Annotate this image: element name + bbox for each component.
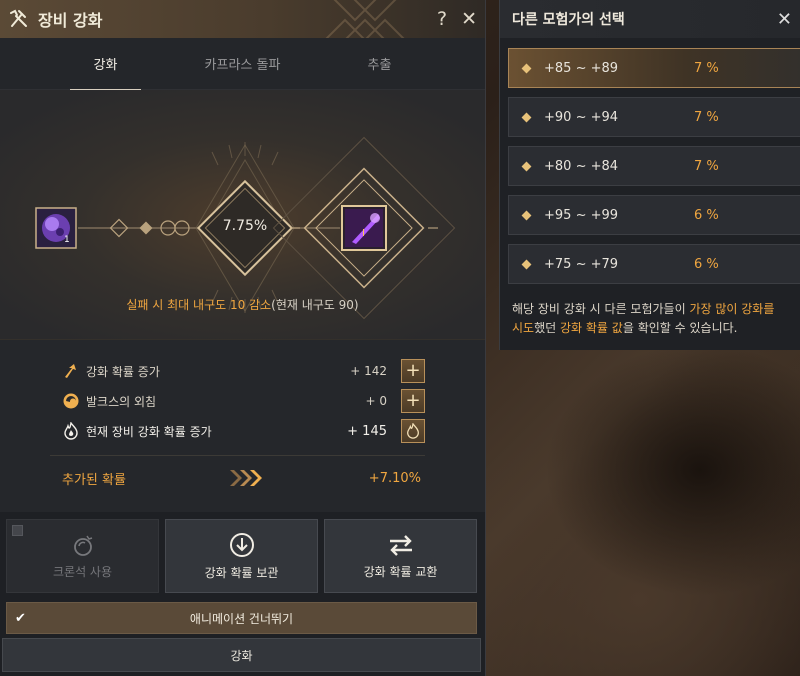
window-title: 장비 강화	[38, 11, 103, 30]
choice-option[interactable]: +95 ~ +99 6 %	[508, 195, 800, 235]
gear-chance-button[interactable]	[401, 419, 425, 443]
diamond-bullet-icon	[521, 63, 532, 73]
choice-probability: 7 %	[694, 158, 719, 174]
add-chance-button[interactable]: +	[401, 359, 425, 383]
title-decoration	[325, 0, 405, 38]
stat-row-chance-increase: 강화 확률 증가 + 142 +	[62, 358, 425, 384]
enhance-window: 장비 강화 ? ✕ 강화 카프라스 돌파 추출 I 7.75% 1 실패 시 최…	[0, 0, 486, 676]
added-chance-row: 추가된 확률 +7.10%	[50, 464, 425, 492]
tab-caphras[interactable]: 카프라스 돌파	[187, 40, 299, 87]
skip-animation-label: 애니메이션 건너뛰기	[189, 611, 294, 626]
choice-probability: 7 %	[694, 60, 719, 76]
stat-row-current-gear: 현재 장비 강화 확률 증가 + 145	[62, 418, 425, 444]
choice-range: +95 ~ +99	[544, 207, 619, 223]
note-text: 을 확인할 수 있습니다.	[622, 321, 738, 335]
enhance-stage: I 7.75% 1 실패 시 최대 내구도 10 감소(현재 내구도 90)	[0, 90, 485, 340]
stats-panel: 강화 확률 증가 + 142 + 발크스의 외침 + 0 + 현재 장비 강화 …	[0, 340, 485, 512]
stat-row-valks: 발크스의 외침 + 0 +	[62, 388, 425, 414]
side-panel-title: 다른 모험가의 선택	[512, 12, 625, 28]
stat-value: + 0	[365, 394, 387, 408]
store-label: 강화 확률 보관	[204, 565, 279, 580]
help-button[interactable]: ?	[437, 9, 447, 29]
tab-bar: 강화 카프라스 돌파 추출	[0, 38, 485, 91]
choice-probability: 7 %	[694, 109, 719, 125]
valks-icon	[63, 393, 79, 409]
cron-checkbox[interactable]	[12, 525, 23, 536]
svg-text:I: I	[362, 228, 365, 239]
arrow-up-icon	[65, 364, 76, 378]
choice-range: +90 ~ +94	[544, 109, 619, 125]
skip-animation-toggle[interactable]: ✔ 애니메이션 건너뛰기	[6, 602, 477, 634]
side-panel-close-button[interactable]: ✕	[777, 9, 792, 30]
stat-value: + 145	[347, 423, 387, 439]
choice-option[interactable]: +85 ~ +89 7 %	[508, 48, 800, 88]
close-button[interactable]: ✕	[461, 9, 477, 29]
divider	[50, 455, 425, 456]
note-text: 해당 장비 강화 시 다른 모험가들이	[512, 302, 690, 316]
failure-penalty-text: 실패 시 최대 내구도 10 감소	[126, 298, 272, 312]
side-panel-note: 해당 장비 강화 시 다른 모험가들이 가장 많이 강화를시도했던 강화 확률 …	[512, 300, 800, 338]
choice-option[interactable]: +90 ~ +94 7 %	[508, 97, 800, 137]
cron-stone-button[interactable]: 크론석 사용	[6, 519, 159, 593]
stat-label: 현재 장비 강화 확률 증가	[86, 424, 212, 439]
stat-value: + 142	[350, 364, 387, 378]
added-chance-label: 추가된 확률	[62, 472, 126, 488]
diamond-bullet-icon	[521, 161, 532, 171]
enhance-button[interactable]: 강화	[2, 638, 481, 672]
tab-enhance[interactable]: 강화	[69, 40, 142, 91]
choice-probability: 6 %	[694, 256, 719, 272]
other-adventurers-panel: 다른 모험가의 선택 ✕ +85 ~ +89 7 % +90 ~ +94 7 %…	[499, 0, 800, 350]
note-highlight: 가장 많이 강화를	[689, 302, 775, 316]
note-text: 했던	[534, 321, 560, 335]
download-circle-icon	[229, 532, 254, 557]
hammer-tongs-icon	[10, 9, 27, 27]
added-chance-value: +7.10%	[368, 470, 421, 486]
chevron-right-icon	[230, 470, 262, 486]
choice-option[interactable]: +80 ~ +84 7 %	[508, 146, 800, 186]
diamond-bullet-icon	[521, 112, 532, 122]
current-durability-text: (현재 내구도 90)	[271, 298, 359, 312]
failure-warning: 실패 시 최대 내구도 10 감소(현재 내구도 90)	[0, 296, 485, 313]
choice-option[interactable]: +75 ~ +79 6 %	[508, 244, 800, 284]
add-valks-button[interactable]: +	[401, 389, 425, 413]
exchange-chance-button[interactable]: 강화 확률 교환	[324, 519, 477, 593]
stat-label: 강화 확률 증가	[86, 364, 160, 379]
store-chance-button[interactable]: 강화 확률 보관	[165, 519, 318, 593]
note-highlight: 시도	[512, 321, 535, 335]
diamond-bullet-icon	[521, 210, 532, 220]
flame-icon	[64, 422, 78, 440]
choice-range: +80 ~ +84	[544, 158, 619, 174]
swap-arrows-icon	[389, 534, 412, 556]
skip-animation-check-icon: ✔	[15, 611, 26, 626]
side-panel-title-bar: 다른 모험가의 선택 ✕	[500, 0, 800, 38]
cron-label: 크론석 사용	[52, 564, 112, 579]
note-highlight: 강화 확률 값	[560, 321, 623, 335]
tab-extract[interactable]: 추출	[350, 40, 410, 87]
diamond-bullet-icon	[521, 259, 532, 269]
cron-stone-icon	[73, 535, 92, 556]
choice-range: +75 ~ +79	[544, 256, 619, 272]
exchange-label: 강화 확률 교환	[363, 564, 438, 579]
choice-probability: 6 %	[694, 207, 719, 223]
choice-range: +85 ~ +89	[544, 60, 619, 76]
weapon-item-icon: I	[345, 209, 383, 247]
flame-icon	[407, 422, 419, 439]
stat-label: 발크스의 외침	[86, 394, 157, 409]
stone-count: 1	[64, 235, 70, 245]
success-rate: 7.75%	[222, 218, 268, 234]
action-buttons: 크론석 사용 강화 확률 보관 강화 확률 교환	[6, 519, 477, 593]
title-bar[interactable]: 장비 강화 ? ✕	[0, 0, 485, 38]
